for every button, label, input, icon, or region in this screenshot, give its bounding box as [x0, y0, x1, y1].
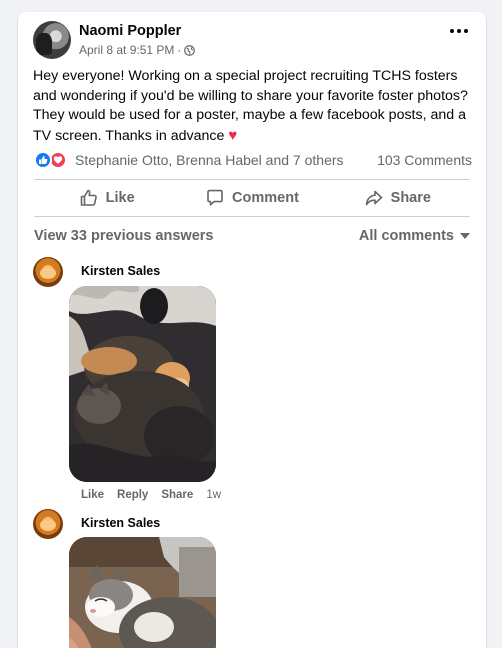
thumbs-up-icon	[80, 189, 97, 206]
comment-share-link[interactable]: Share	[161, 489, 193, 501]
cat-photo-image	[69, 537, 216, 648]
like-button[interactable]: Like	[34, 180, 179, 216]
post-meta: April 8 at 9:51 PM ·	[79, 43, 196, 57]
comment-actions: Like Reply Share 1w	[81, 489, 221, 501]
meta-separator: ·	[177, 43, 182, 57]
comment-photo[interactable]	[69, 537, 216, 648]
comment-label: Comment	[232, 190, 299, 206]
heart-emoji-icon: ♥	[228, 126, 238, 144]
more-options-button[interactable]	[450, 29, 468, 33]
reaction-icons	[34, 151, 70, 169]
globe-icon	[184, 44, 196, 56]
comment-reply-link[interactable]: Reply	[117, 489, 148, 501]
share-label: Share	[390, 190, 431, 206]
caret-down-icon	[460, 233, 470, 239]
commenter-avatar[interactable]	[33, 257, 63, 287]
commenter-name[interactable]: Kirsten Sales	[81, 264, 160, 278]
post-actions: Like Comment Share	[34, 180, 470, 216]
post-body: Hey everyone! Working on a special proje…	[33, 67, 473, 146]
reactions-summary[interactable]: Stephanie Otto, Brenna Habel and 7 other…	[34, 151, 344, 169]
reactions-names: Stephanie Otto, Brenna Habel and 7 other…	[75, 152, 344, 168]
view-previous-link[interactable]: View 33 previous answers	[34, 228, 213, 244]
author-name[interactable]: Naomi Poppler	[79, 23, 181, 39]
comments-filter-dropdown[interactable]: All comments	[359, 228, 470, 244]
comments-header: View 33 previous answers All comments	[34, 228, 470, 244]
post-header: Naomi Poppler April 8 at 9:51 PM ·	[18, 12, 486, 72]
author-avatar[interactable]	[33, 21, 71, 59]
reactions-row: Stephanie Otto, Brenna Habel and 7 other…	[34, 150, 472, 170]
share-arrow-icon	[365, 190, 382, 206]
kittens-photo-image	[69, 286, 216, 482]
more-dot-icon	[450, 29, 454, 33]
comment-icon	[207, 189, 223, 206]
post-timestamp[interactable]: April 8 at 9:51 PM	[79, 43, 174, 57]
more-dot-icon	[464, 29, 468, 33]
commenter-avatar[interactable]	[33, 509, 63, 539]
like-reaction-icon	[34, 151, 52, 169]
comment-photo[interactable]	[69, 286, 216, 482]
comments-count[interactable]: 103 Comments	[377, 152, 472, 168]
comment-button[interactable]: Comment	[179, 180, 324, 216]
like-label: Like	[105, 190, 135, 206]
commenter-name[interactable]: Kirsten Sales	[81, 516, 160, 530]
comment-time[interactable]: 1w	[206, 489, 221, 501]
comments-filter-label: All comments	[358, 228, 454, 244]
comment-like-link[interactable]: Like	[81, 489, 104, 501]
share-button[interactable]: Share	[325, 180, 470, 216]
more-dot-icon	[457, 29, 461, 33]
post-text: Hey everyone! Working on a special proje…	[33, 68, 468, 144]
divider	[34, 216, 470, 217]
post-card: Naomi Poppler April 8 at 9:51 PM · Hey e…	[18, 12, 486, 648]
